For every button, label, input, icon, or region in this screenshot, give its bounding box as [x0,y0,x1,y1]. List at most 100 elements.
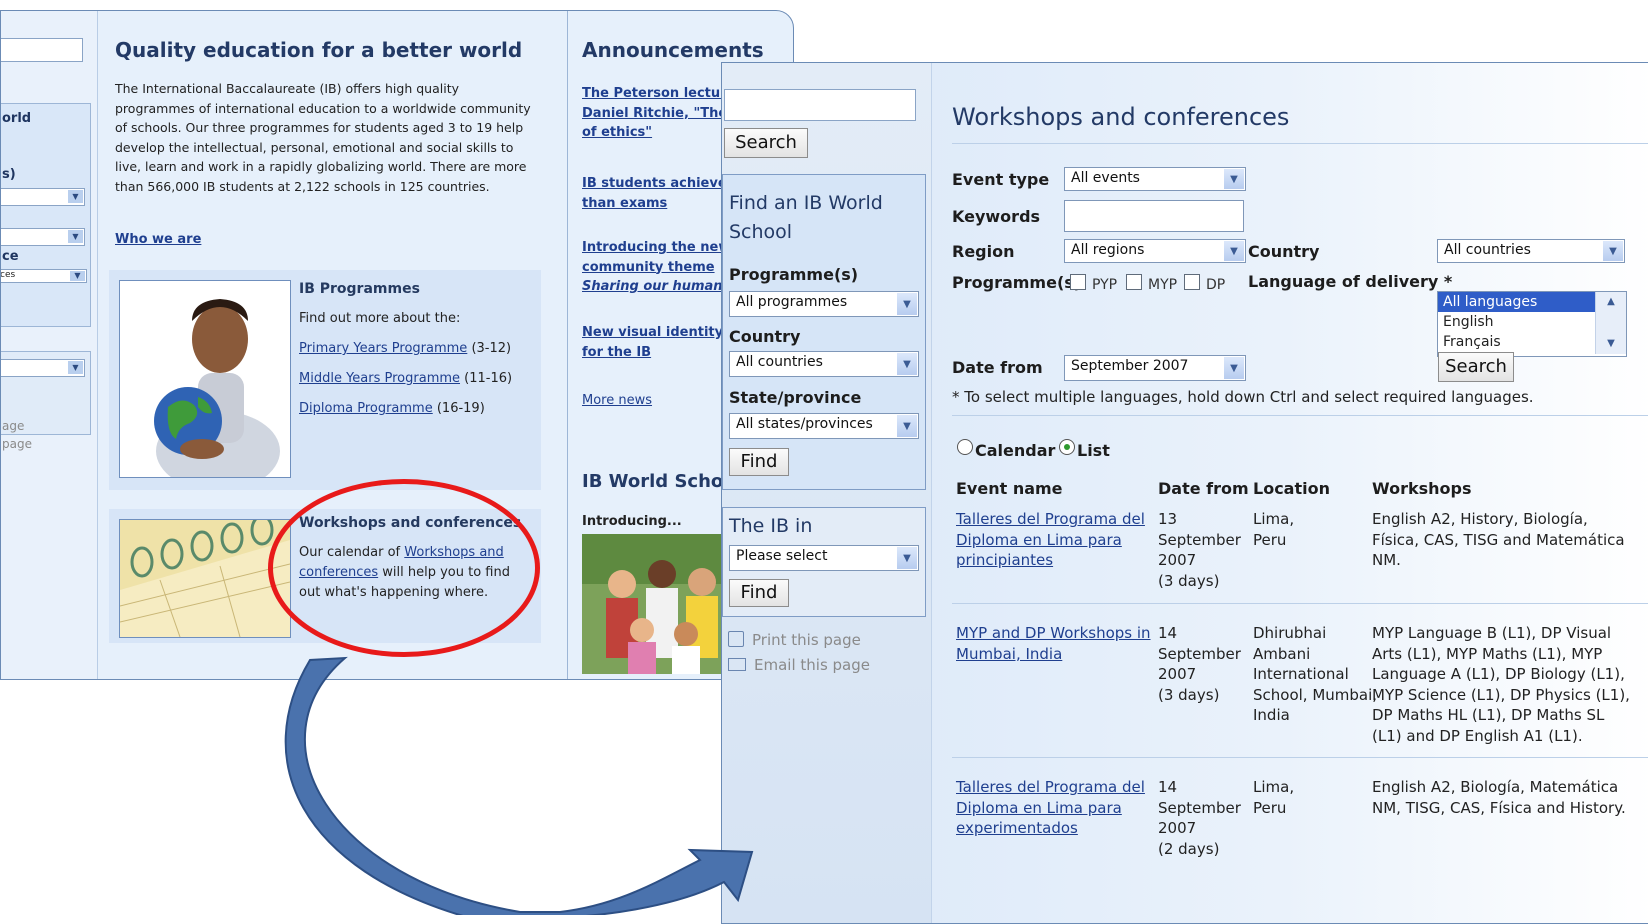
programmes-select[interactable]: All programmes ▼ [729,291,919,317]
event-location: Lima, Peru [1253,509,1294,550]
dp-link[interactable]: Diploma Programme [299,401,433,416]
chevron-down-icon[interactable]: ▼ [1596,334,1626,354]
chevron-down-icon: ▼ [68,190,83,203]
event-link[interactable]: Talleres del Programa del Diploma en Lim… [956,777,1145,839]
event-type-select[interactable]: All events ▼ [1064,167,1246,191]
event-link[interactable]: MYP and DP Workshops in Mumbai, India [956,623,1151,664]
event-name-line: Talleres del Programa del [956,778,1145,796]
search-input[interactable] [1,38,83,62]
location-line: Ambani [1253,644,1311,663]
pyp-link[interactable]: Primary Years Programme [299,341,467,356]
programmes-select-value: All programmes [736,294,848,310]
programmes-title: IB Programmes [299,281,420,297]
search-input[interactable] [724,89,916,121]
announcement-link[interactable]: New visual identity for the IB [582,323,732,362]
state-select[interactable]: All states/provinces ▼ [729,413,919,439]
intro-paragraph: The International Baccalaureate (IB) off… [115,81,531,194]
workshops-line: MYP Science (L1), DP Physics (L1), [1372,685,1630,704]
date-line: 14 [1158,624,1178,642]
event-type-label: Event type [952,170,1050,189]
workshops-line: (L1) and DP English A1 (L1). [1372,726,1583,745]
print-page-link[interactable]: Print this page [728,631,861,649]
chevron-down-icon: ▼ [1603,241,1623,261]
date-line: September [1158,530,1241,549]
location-line: International [1253,665,1349,683]
event-name-line: MYP and DP Workshops in [956,624,1151,642]
calendar-radio[interactable] [957,439,973,455]
state-select[interactable]: ces ▼ [0,269,87,283]
boy-with-globe-image [119,280,291,478]
more-news-link[interactable]: More news [582,393,652,408]
find-school-title: Find an IB World School [729,192,883,243]
find-button[interactable]: Find [729,448,789,476]
country-label: Country [1248,242,1320,261]
introducing-label: Introducing... [582,514,682,529]
column-header-workshops: Workshops [1372,479,1472,498]
state-select-value: ces [0,270,16,280]
programmes-subtitle: Find out more about the: [299,311,461,326]
pyp-link-row: Primary Years Programme (3-12) [299,341,511,356]
location-line: Lima, [1253,510,1295,528]
state-label: State/province [729,388,862,407]
listbox-scrollbar[interactable]: ▲ ▼ [1595,292,1626,354]
list-radio[interactable] [1059,439,1075,455]
programmes-label-fragment: s) [2,167,16,182]
keywords-label: Keywords [952,207,1041,226]
location-line: Peru [1253,798,1287,817]
keywords-input[interactable] [1064,200,1244,232]
print-page-link[interactable]: age [2,419,24,433]
column-header-date: Date from [1158,479,1249,498]
region-label: Region [952,242,1015,261]
event-date: 14 September 2007 (3 days) [1158,623,1241,705]
ib-in-select[interactable]: Please select ▼ [729,545,919,571]
announcement-link[interactable]: Introducing the new community theme [582,238,732,277]
location-line: School, Mumbai, [1253,685,1378,704]
myp-link-row: Middle Years Programme (11-16) [299,371,512,386]
event-link[interactable]: Talleres del Programa del Diploma en Lim… [956,509,1145,571]
workshops-line: NM. [1372,551,1401,569]
search-button[interactable]: Search [1438,352,1514,382]
search-button[interactable]: Search [724,128,808,158]
region-select[interactable]: All regions ▼ [1064,239,1246,263]
ib-in-select[interactable]: ▼ [1,359,85,377]
find-button[interactable]: Find [729,579,789,607]
workshops-line: Language A (L1), DP Biology (L1), [1372,665,1625,683]
chevron-down-icon: ▼ [897,415,917,437]
programmes-label: Programme(s) [729,265,859,284]
country-select[interactable]: ▼ [1,228,85,246]
chevron-down-icon: ▼ [897,293,917,315]
ib-in-select-value: Please select [736,548,828,564]
event-name-line: Mumbai, India [956,644,1063,663]
email-page-link[interactable]: page [2,437,32,451]
event-name-line: experimentados [956,819,1078,837]
myp-checkbox[interactable] [1126,274,1142,290]
location-line: India [1253,706,1290,724]
myp-link[interactable]: Middle Years Programme [299,371,460,386]
dp-link-row: Diploma Programme (16-19) [299,401,485,416]
pyp-checkbox[interactable] [1070,274,1086,290]
dp-label: DP [1206,277,1226,293]
workshops-line: MYP Language B (L1), DP Visual [1372,624,1612,642]
programmes-select[interactable]: ▼ [1,188,85,206]
country-select[interactable]: All countries ▼ [1437,239,1625,263]
language-option[interactable]: All languages [1438,292,1604,312]
programmes-label: Programme(s) [952,273,1082,292]
date-from-select[interactable]: September 2007 ▼ [1064,355,1246,381]
location-line: Peru [1253,530,1287,549]
event-date: 13 September 2007 (3 days) [1158,509,1241,591]
find-school-box [1,103,91,327]
language-listbox[interactable]: All languages English Français ▲ ▼ [1437,291,1627,357]
workshops-line: English A2, Biología, Matemática [1372,778,1619,796]
workshops-line: NM, TISG, CAS, Física and History. [1372,798,1626,817]
location-line: Lima, [1253,778,1295,796]
main-content: Workshops and conferences Event type All… [932,63,1648,923]
date-line: September [1158,644,1241,663]
pyp-range: (3-12) [471,341,512,356]
announcements-title: Announcements [582,38,764,62]
dp-checkbox[interactable] [1184,274,1200,290]
chevron-up-icon[interactable]: ▲ [1601,292,1621,312]
email-page-link[interactable]: Email this page [728,656,870,674]
country-select[interactable]: All countries ▼ [729,351,919,377]
who-we-are-link[interactable]: Who we are [115,232,201,247]
event-location: Dhirubhai Ambani International School, M… [1253,623,1377,726]
